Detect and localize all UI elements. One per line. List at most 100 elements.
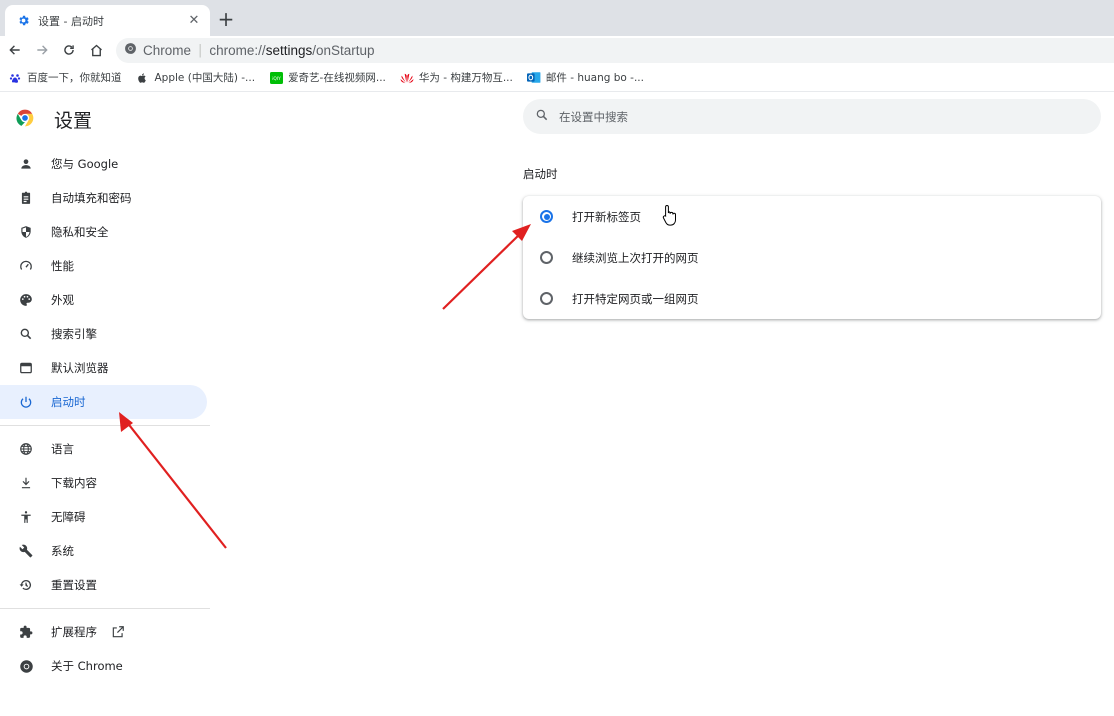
reload-icon xyxy=(64,45,74,55)
toolbar: Chrome | chrome://settings/onStartup xyxy=(0,36,1114,64)
radio-label: 打开特定网页或一组网页 xyxy=(572,291,699,306)
back-button[interactable] xyxy=(5,40,25,60)
startup-option-specific-pages[interactable]: 打开特定网页或一组网页 xyxy=(523,278,1101,319)
sidebar-item-label: 扩展程序 xyxy=(51,625,97,639)
startup-option-continue[interactable]: 继续浏览上次打开的网页 xyxy=(523,237,1101,278)
sidebar-item-languages[interactable]: 语言 xyxy=(0,432,207,466)
omnibox-site-label: Chrome xyxy=(143,43,192,58)
arrow-left-icon xyxy=(9,45,20,55)
section-title: 启动时 xyxy=(523,167,558,181)
radio-button[interactable] xyxy=(540,251,553,264)
bookmark-baidu[interactable]: 百度一下，你就知道 xyxy=(8,70,122,85)
palette-icon xyxy=(17,291,35,309)
accessibility-icon xyxy=(17,508,35,526)
person-icon xyxy=(17,155,35,173)
home-icon xyxy=(90,44,102,56)
sidebar-item-about-chrome[interactable]: 关于 Chrome xyxy=(0,649,207,683)
arrow-right-icon xyxy=(37,45,48,55)
radio-button[interactable] xyxy=(540,292,553,305)
gear-icon xyxy=(15,13,31,29)
radio-button-checked[interactable] xyxy=(540,210,553,223)
apple-icon xyxy=(136,71,150,85)
sidebar-item-label: 重置设置 xyxy=(51,578,97,592)
sidebar-item-extensions[interactable]: 扩展程序 xyxy=(0,615,207,649)
bookmark-label: Apple (中国大陆) -... xyxy=(154,72,256,84)
sidebar-item-reset[interactable]: 重置设置 xyxy=(0,568,207,602)
browser-window-icon xyxy=(17,359,35,377)
huawei-icon xyxy=(400,71,414,85)
power-icon xyxy=(17,393,35,411)
search-input[interactable] xyxy=(559,109,1059,124)
forward-button[interactable] xyxy=(32,40,52,60)
sidebar-divider xyxy=(0,425,210,426)
new-tab-button[interactable]: + xyxy=(216,7,236,31)
sidebar-item-label: 默认浏览器 xyxy=(51,361,109,375)
omnibox-separator: | xyxy=(198,43,203,58)
sidebar-item-privacy[interactable]: 隐私和安全 xyxy=(0,215,207,249)
annotation-arrow xyxy=(442,224,531,310)
outlook-icon xyxy=(526,71,541,85)
sidebar-item-label: 搜索引擎 xyxy=(51,327,97,341)
radio-label: 继续浏览上次打开的网页 xyxy=(572,250,699,265)
address-bar[interactable]: Chrome | chrome://settings/onStartup xyxy=(116,38,1114,63)
chrome-icon xyxy=(124,42,137,59)
startup-option-new-tab[interactable]: 打开新标签页 xyxy=(523,196,1101,237)
sidebar-item-on-startup[interactable]: 启动时 xyxy=(0,385,207,419)
settings-sidebar: 您与 Google 自动填充和密码 隐私和安全 性能 外观 搜索引擎 默认浏览器… xyxy=(0,147,210,683)
home-button[interactable] xyxy=(86,40,106,60)
radio-label: 打开新标签页 xyxy=(572,209,641,224)
bookmark-iqiyi[interactable]: iQIY 爱奇艺-在线视频网... xyxy=(269,70,386,85)
sidebar-item-performance[interactable]: 性能 xyxy=(0,249,207,283)
search-icon xyxy=(17,325,35,343)
sidebar-item-default-browser[interactable]: 默认浏览器 xyxy=(0,351,207,385)
bookmark-outlook[interactable]: 邮件 - huang bo -... xyxy=(526,70,644,85)
chrome-logo-icon xyxy=(15,108,35,128)
shield-icon xyxy=(17,223,35,241)
restore-icon xyxy=(17,576,35,594)
bookmarks-bar: 百度一下，你就知道 Apple (中国大陆) -... iQIY 爱奇艺-在线视… xyxy=(0,64,1114,92)
sidebar-item-system[interactable]: 系统 xyxy=(0,534,207,568)
sidebar-item-label: 自动填充和密码 xyxy=(51,191,132,205)
sidebar-item-label: 语言 xyxy=(51,442,74,456)
page-title: 设置 xyxy=(54,110,93,132)
puzzle-icon xyxy=(17,623,35,641)
bookmark-apple[interactable]: Apple (中国大陆) -... xyxy=(136,70,256,85)
sidebar-item-accessibility[interactable]: 无障碍 xyxy=(0,500,207,534)
reload-button[interactable] xyxy=(59,40,79,60)
tab-strip: 设置 - 启动时 ✕ + xyxy=(0,0,1114,36)
sidebar-divider xyxy=(0,608,210,609)
tab-title: 设置 - 启动时 xyxy=(38,14,104,28)
sidebar-item-you-and-google[interactable]: 您与 Google xyxy=(0,147,207,181)
sidebar-item-label: 系统 xyxy=(51,544,74,558)
chrome-icon xyxy=(17,657,35,675)
close-icon[interactable]: ✕ xyxy=(186,13,202,29)
sidebar-item-search-engine[interactable]: 搜索引擎 xyxy=(0,317,207,351)
bookmark-label: 爱奇艺-在线视频网... xyxy=(288,72,386,84)
bookmark-label: 百度一下，你就知道 xyxy=(27,72,122,84)
paw-icon xyxy=(8,71,22,85)
sidebar-item-label: 隐私和安全 xyxy=(51,225,109,239)
sidebar-item-label: 关于 Chrome xyxy=(51,659,123,673)
globe-icon xyxy=(17,440,35,458)
bookmark-label: 华为 - 构建万物互... xyxy=(418,72,513,84)
sidebar-item-downloads[interactable]: 下载内容 xyxy=(0,466,207,500)
sidebar-item-label: 外观 xyxy=(51,293,74,307)
sidebar-item-label: 性能 xyxy=(51,259,74,273)
settings-search[interactable] xyxy=(523,99,1101,134)
sidebar-item-appearance[interactable]: 外观 xyxy=(0,283,207,317)
sidebar-item-autofill[interactable]: 自动填充和密码 xyxy=(0,181,207,215)
search-icon xyxy=(535,107,549,126)
clipboard-icon xyxy=(17,189,35,207)
sidebar-item-label: 您与 Google xyxy=(51,157,119,171)
browser-tab[interactable]: 设置 - 启动时 ✕ xyxy=(5,5,210,36)
bookmark-label: 邮件 - huang bo -... xyxy=(545,72,644,84)
download-icon xyxy=(17,474,35,492)
iqiyi-icon: iQIY xyxy=(269,71,283,85)
startup-options-card: 打开新标签页 继续浏览上次打开的网页 打开特定网页或一组网页 xyxy=(523,196,1101,319)
hand-cursor-icon xyxy=(662,204,678,226)
bookmark-huawei[interactable]: 华为 - 构建万物互... xyxy=(400,70,513,85)
open-in-new-icon xyxy=(111,625,125,639)
sidebar-item-label: 启动时 xyxy=(51,395,86,409)
sidebar-item-label: 下载内容 xyxy=(51,476,97,490)
svg-text:iQIY: iQIY xyxy=(272,76,281,82)
